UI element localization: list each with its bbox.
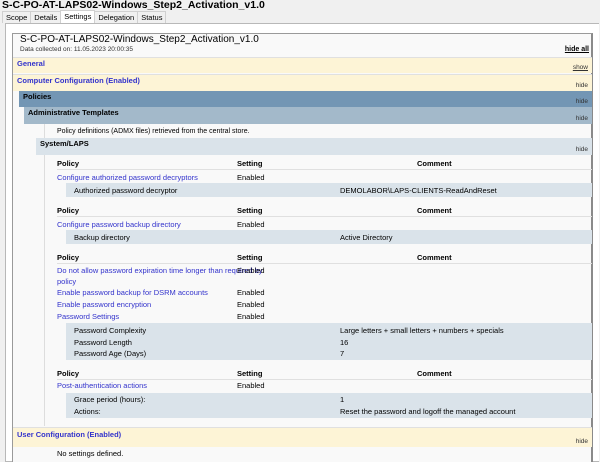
no-settings-note: No settings defined. bbox=[57, 449, 124, 458]
detail-value: DEMOLABOR\LAPS-CLIENTS-ReadAndReset bbox=[340, 186, 497, 195]
section-administrative-templates[interactable]: Administrative Templates hide bbox=[24, 107, 592, 124]
policy-link[interactable]: Configure authorized password decryptors bbox=[57, 173, 198, 182]
section-computer-configuration[interactable]: Computer Configuration (Enabled) hide bbox=[13, 74, 592, 91]
detail-label: Password Complexity bbox=[74, 326, 147, 335]
policy-link[interactable]: Post-authentication actions bbox=[57, 381, 147, 390]
policy-setting: Enabled bbox=[237, 220, 265, 229]
detail-label: Actions: bbox=[74, 407, 101, 416]
policy-setting: Enabled bbox=[237, 266, 265, 275]
detail-label: Grace period (hours): bbox=[74, 395, 146, 404]
tab-delegation[interactable]: Delegation bbox=[94, 11, 139, 23]
policy-setting: Enabled bbox=[237, 288, 265, 297]
col-comment: Comment bbox=[417, 206, 452, 215]
section-label: System/LAPS bbox=[40, 139, 89, 148]
policy-setting: Enabled bbox=[237, 300, 265, 309]
detail-value: 1 bbox=[340, 395, 345, 404]
tab-scope[interactable]: Scope bbox=[2, 11, 32, 23]
detail-value: Reset the password and logoff the manage… bbox=[340, 407, 516, 416]
detail-value: Large letters + small letters + numbers … bbox=[340, 326, 504, 335]
hide-link[interactable]: hide bbox=[576, 82, 588, 90]
detail-value: 16 bbox=[340, 338, 349, 347]
section-user-configuration[interactable]: User Configuration (Enabled) hide bbox=[13, 427, 592, 447]
window-title: S-C-PO-AT-LAPS02-Windows_Step2_Activatio… bbox=[2, 0, 265, 11]
divider bbox=[57, 216, 592, 217]
policy-link[interactable]: Password Settings bbox=[57, 312, 119, 321]
col-comment: Comment bbox=[417, 253, 452, 262]
col-setting: Setting bbox=[237, 206, 263, 215]
col-setting: Setting bbox=[237, 253, 263, 262]
hide-link[interactable]: hide bbox=[576, 115, 588, 123]
policy-link-continued[interactable]: policy bbox=[57, 277, 76, 286]
divider bbox=[57, 169, 592, 170]
show-link[interactable]: show bbox=[573, 64, 588, 72]
policy-details: Grace period (hours): 1 Actions: Reset t… bbox=[66, 393, 592, 418]
detail-value: Active Directory bbox=[340, 233, 393, 242]
col-comment: Comment bbox=[417, 159, 452, 168]
divider bbox=[44, 124, 45, 426]
hide-all-link[interactable]: hide all bbox=[565, 46, 589, 53]
policy-link[interactable]: Enable password backup for DSRM accounts bbox=[57, 288, 208, 297]
admx-note: Policy definitions (ADMX files) retrieve… bbox=[57, 128, 250, 135]
tab-details[interactable]: Details bbox=[30, 11, 62, 23]
detail-label: Password Length bbox=[74, 338, 132, 347]
hide-link[interactable]: hide bbox=[576, 146, 588, 154]
section-label: General bbox=[17, 59, 45, 68]
policy-link[interactable]: Configure password backup directory bbox=[57, 220, 181, 229]
hide-link[interactable]: hide bbox=[576, 98, 588, 106]
detail-label: Authorized password decryptor bbox=[74, 186, 178, 195]
col-comment: Comment bbox=[417, 369, 452, 378]
col-policy: Policy bbox=[57, 159, 80, 168]
detail-label: Password Age (Days) bbox=[74, 349, 147, 358]
detail-label: Backup directory bbox=[74, 233, 130, 242]
col-policy: Policy bbox=[57, 369, 80, 378]
policy-setting: Enabled bbox=[237, 312, 265, 321]
section-label: User Configuration (Enabled) bbox=[17, 430, 122, 439]
policy-details: Authorized password decryptor DEMOLABOR\… bbox=[66, 183, 592, 197]
hide-link[interactable]: hide bbox=[576, 438, 588, 446]
section-system-laps[interactable]: System/LAPS hide bbox=[36, 138, 592, 155]
policy-setting: Enabled bbox=[237, 381, 265, 390]
collected-date: Data collected on: 11.05.2023 20:00:35 bbox=[20, 46, 133, 53]
section-label: Policies bbox=[23, 92, 52, 101]
divider bbox=[57, 263, 592, 264]
section-policies[interactable]: Policies hide bbox=[19, 91, 592, 107]
policy-details: Backup directory Active Directory bbox=[66, 230, 592, 244]
policy-link[interactable]: Do not allow password expiration time lo… bbox=[57, 266, 263, 275]
policy-details: Password Complexity Large letters + smal… bbox=[66, 323, 592, 360]
tab-bar: Scope Details Settings Delegation Status bbox=[2, 10, 167, 23]
col-setting: Setting bbox=[237, 369, 263, 378]
section-general[interactable]: General show bbox=[13, 57, 592, 73]
col-setting: Setting bbox=[237, 159, 263, 168]
section-label: Computer Configuration (Enabled) bbox=[17, 76, 140, 85]
detail-value: 7 bbox=[340, 349, 345, 358]
policy-link[interactable]: Enable password encryption bbox=[57, 300, 151, 309]
divider bbox=[57, 379, 592, 380]
section-label: Administrative Templates bbox=[28, 108, 119, 117]
report-title: S-C-PO-AT-LAPS02-Windows_Step2_Activatio… bbox=[20, 34, 259, 45]
col-policy: Policy bbox=[57, 253, 80, 262]
tab-status[interactable]: Status bbox=[137, 11, 167, 23]
policy-setting: Enabled bbox=[237, 173, 265, 182]
col-policy: Policy bbox=[57, 206, 80, 215]
tab-settings[interactable]: Settings bbox=[60, 10, 96, 23]
